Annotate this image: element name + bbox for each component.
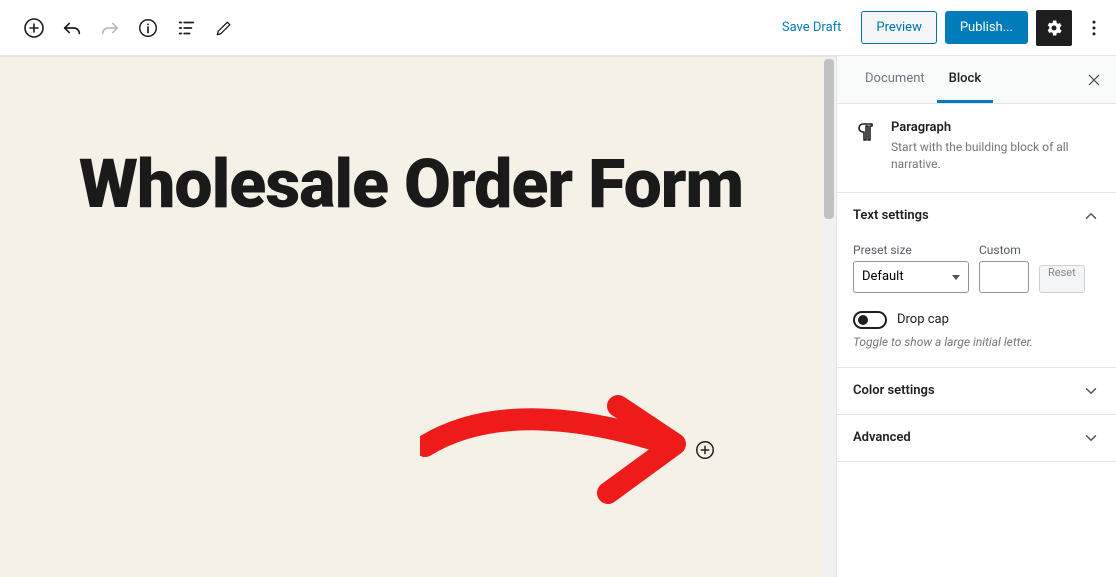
- preset-size-select[interactable]: Default: [853, 261, 969, 293]
- panel-text-settings-header[interactable]: Text settings: [837, 193, 1116, 239]
- tab-document[interactable]: Document: [853, 57, 937, 103]
- settings-toggle-button[interactable]: [1036, 10, 1072, 46]
- edit-button[interactable]: [206, 10, 242, 46]
- editor-canvas[interactable]: Wholesale Order Form: [0, 56, 836, 577]
- chevron-down-icon: [1082, 382, 1100, 400]
- dropcap-label: Drop cap: [897, 312, 949, 327]
- dropcap-toggle[interactable]: [853, 311, 887, 329]
- dropcap-help: Toggle to show a large initial letter.: [853, 335, 1100, 349]
- save-draft-button[interactable]: Save Draft: [770, 12, 854, 43]
- panel-color-settings-header[interactable]: Color settings: [837, 368, 1116, 414]
- redo-icon: [99, 17, 121, 39]
- plus-circle-icon: [694, 439, 716, 461]
- preset-size-label: Preset size: [853, 243, 969, 257]
- panel-advanced-header[interactable]: Advanced: [837, 415, 1116, 461]
- panel-title: Text settings: [853, 208, 929, 223]
- paragraph-icon: [853, 120, 877, 174]
- panel-title: Color settings: [853, 383, 935, 398]
- panel-advanced: Advanced: [837, 415, 1116, 462]
- post-title[interactable]: Wholesale Order Form: [70, 147, 752, 222]
- scrollbar-thumb[interactable]: [824, 59, 834, 219]
- vertical-scrollbar[interactable]: [822, 59, 836, 575]
- publish-button[interactable]: Publish...: [945, 11, 1028, 44]
- sidebar-tabs: Document Block: [837, 56, 1116, 104]
- info-button[interactable]: [130, 10, 166, 46]
- outline-button[interactable]: [168, 10, 204, 46]
- tab-block[interactable]: Block: [937, 57, 993, 103]
- list-icon: [175, 17, 197, 39]
- plus-circle-icon: [22, 16, 46, 40]
- panel-text-settings: Text settings Preset size Default Custom: [837, 193, 1116, 368]
- chevron-down-icon: [1082, 429, 1100, 447]
- info-icon: [137, 17, 159, 39]
- panel-color-settings: Color settings: [837, 368, 1116, 415]
- close-icon: [1086, 72, 1102, 88]
- pencil-icon: [214, 18, 234, 38]
- reset-size-button[interactable]: Reset: [1039, 265, 1085, 293]
- block-name: Paragraph: [891, 120, 1100, 135]
- add-block-button[interactable]: [16, 10, 52, 46]
- top-toolbar: Save Draft Preview Publish...: [0, 0, 1116, 56]
- inline-add-block-button[interactable]: [694, 439, 716, 461]
- undo-button[interactable]: [54, 10, 90, 46]
- preview-button[interactable]: Preview: [861, 11, 936, 44]
- redo-button[interactable]: [92, 10, 128, 46]
- custom-size-input[interactable]: [979, 261, 1029, 293]
- block-description: Start with the building block of all nar…: [891, 139, 1100, 174]
- more-menu-button[interactable]: [1080, 10, 1108, 46]
- toolbar-left-group: [16, 10, 242, 46]
- chevron-up-icon: [1082, 207, 1100, 225]
- settings-sidebar: Document Block Paragraph Start with the …: [836, 56, 1116, 577]
- undo-icon: [61, 17, 83, 39]
- kebab-icon: [1084, 18, 1104, 38]
- block-header: Paragraph Start with the building block …: [837, 104, 1116, 193]
- sidebar-close-button[interactable]: [1078, 64, 1110, 96]
- toolbar-right-group: Save Draft Preview Publish...: [770, 10, 1108, 46]
- custom-size-label: Custom: [979, 243, 1029, 257]
- gear-icon: [1044, 18, 1064, 38]
- panel-title: Advanced: [853, 430, 911, 445]
